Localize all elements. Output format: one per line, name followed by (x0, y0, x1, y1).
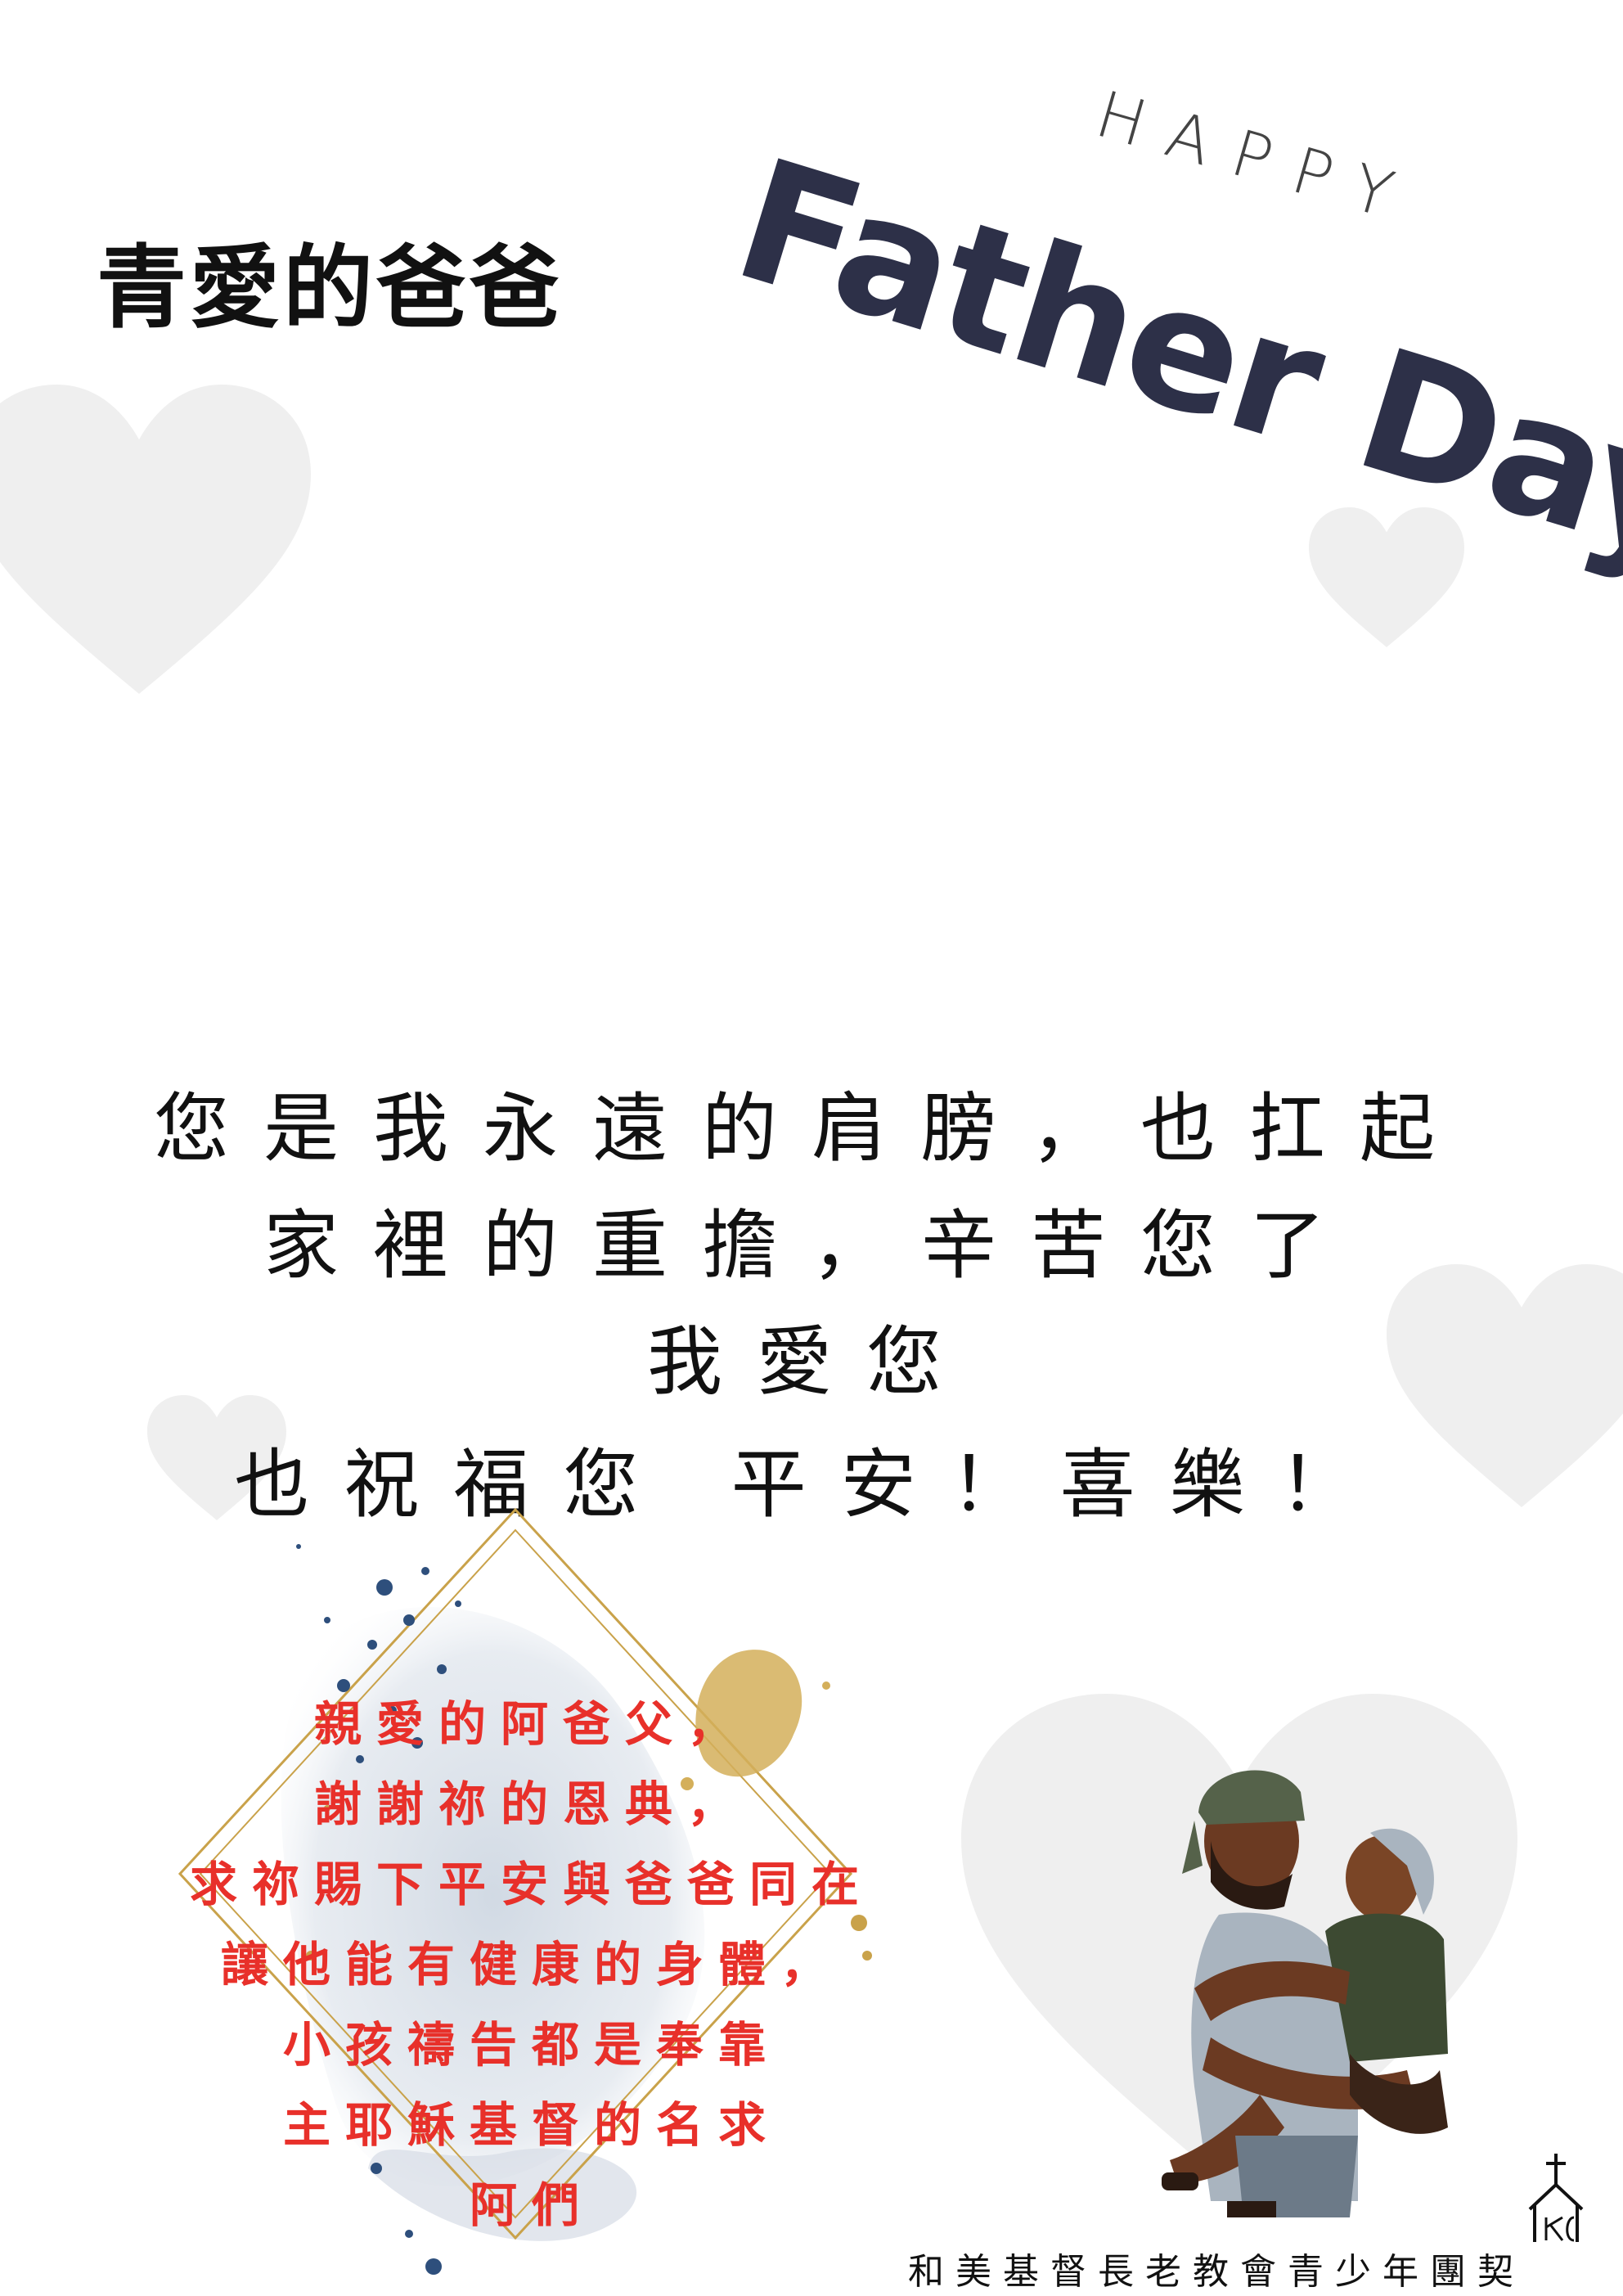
church-logo-icon (1528, 2154, 1584, 2242)
prayer-line: 親愛的阿爸父， (313, 1696, 749, 1752)
page-title: 青愛的爸爸 (97, 236, 563, 340)
message-line-1: 您是我永遠的肩膀，也扛起 (153, 1085, 1469, 1173)
prayer-line: 求祢賜下平安與爸爸同在 (189, 1857, 874, 1912)
message-line-2: 家裡的重擔，辛苦您了 (263, 1202, 1360, 1290)
prayer-line: 小孩禱告都是奉靠 (282, 2017, 780, 2073)
father-day-title: Father Day (716, 123, 1623, 601)
prayer-line: 主耶穌基督的名求 (282, 2097, 780, 2153)
footer-organization: 和美基督長老教會青少年團契 (908, 2251, 1525, 2293)
happy-text: HAPPY (1088, 78, 1425, 240)
heart-icon (0, 385, 311, 694)
prayer-line: 讓他能有健康的身體， (220, 1937, 843, 1992)
father-child-illustration (1162, 1770, 1448, 2217)
prayer-line: 阿們 (469, 2177, 594, 2233)
prayer-line: 謝謝祢的恩典， (313, 1776, 749, 1832)
message-line-3: 我愛您 (646, 1318, 976, 1406)
